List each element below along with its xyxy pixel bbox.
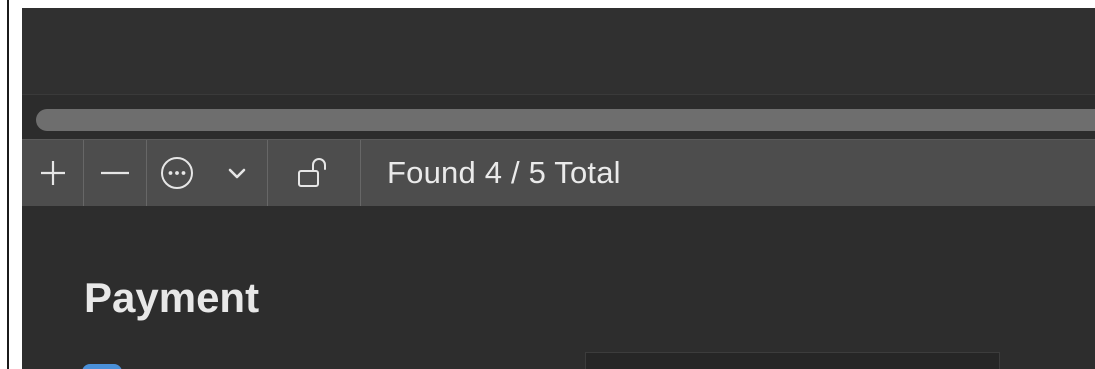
app-window: Found 4 / 5 Total Payment	[22, 8, 1095, 369]
unlock-icon	[296, 156, 332, 190]
horizontal-scrollbar[interactable]	[22, 94, 1095, 139]
window-edge	[0, 0, 22, 369]
more-actions-button[interactable]	[147, 140, 206, 206]
content-pane: Payment	[22, 206, 1095, 369]
edge-divider	[7, 0, 9, 369]
bottom-toolbar: Found 4 / 5 Total	[22, 139, 1095, 207]
top-panel	[22, 8, 1095, 94]
lock-toggle-button[interactable]	[268, 140, 361, 206]
input-field[interactable]	[585, 352, 1000, 369]
scrollbar-thumb[interactable]	[36, 109, 1095, 131]
minus-icon	[100, 159, 130, 187]
actions-dropdown-button[interactable]	[206, 140, 268, 206]
plus-icon	[39, 159, 67, 187]
remove-button[interactable]	[84, 140, 147, 206]
section-title: Payment	[84, 274, 260, 321]
checkbox[interactable]	[82, 364, 122, 369]
add-button[interactable]	[22, 140, 84, 206]
search-result-status: Found 4 / 5 Total	[387, 155, 621, 190]
chevron-down-icon	[227, 166, 247, 180]
screenshot-frame: Found 4 / 5 Total Payment	[0, 0, 1095, 369]
ellipsis-circle-icon	[159, 155, 195, 191]
